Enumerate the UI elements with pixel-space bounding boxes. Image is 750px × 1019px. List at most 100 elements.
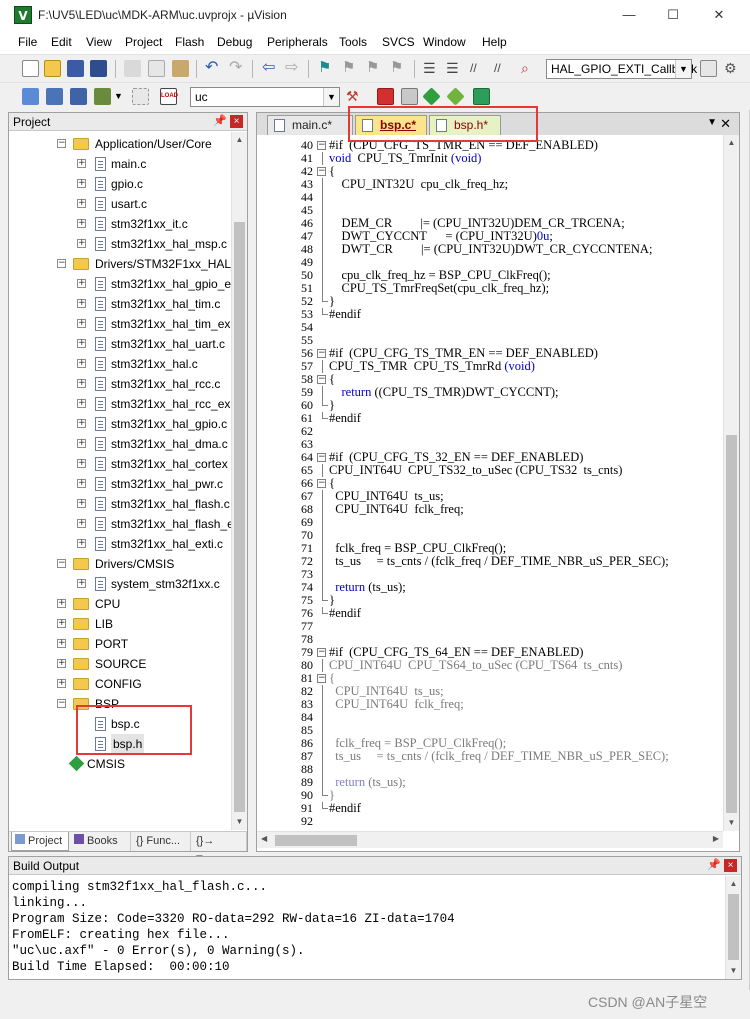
run-time-environment-icon[interactable]	[473, 88, 490, 105]
menu-flash[interactable]: Flash	[175, 35, 204, 49]
expand-icon[interactable]: +	[57, 639, 66, 648]
tree-folder-item[interactable]: + PORT	[9, 634, 231, 654]
copy-icon[interactable]	[148, 60, 165, 77]
expand-icon[interactable]: +	[77, 359, 86, 368]
tree-file-item[interactable]: + stm32f1xx_hal_rcc_ex	[9, 394, 231, 414]
manage-components-icon[interactable]	[377, 88, 394, 105]
indent-icon[interactable]: ☰	[423, 60, 440, 77]
build-output-scrollbar[interactable]: ▲ ▼	[725, 876, 741, 979]
tree-file-item[interactable]: + main.c	[9, 154, 231, 174]
scrollbar-thumb[interactable]	[275, 835, 357, 846]
undo-icon[interactable]: ↶	[205, 60, 222, 77]
find-icon[interactable]	[700, 60, 717, 77]
scrollbar-thumb[interactable]	[726, 435, 737, 813]
scroll-up-arrow-icon[interactable]: ▲	[232, 132, 247, 148]
menu-svcs[interactable]: SVCS	[382, 35, 415, 49]
tree-file-item[interactable]: + stm32f1xx_hal_rcc.c	[9, 374, 231, 394]
expand-icon[interactable]: +	[77, 239, 86, 248]
expand-icon[interactable]: +	[57, 659, 66, 668]
tree-file-item[interactable]: + stm32f1xx_hal_flash.c	[9, 494, 231, 514]
select-software-packs-icon[interactable]	[446, 87, 465, 106]
menu-debug[interactable]: Debug	[217, 35, 252, 49]
menu-view[interactable]: View	[86, 35, 112, 49]
scrollbar-thumb[interactable]	[728, 894, 739, 960]
expand-icon[interactable]: +	[77, 179, 86, 188]
expand-icon[interactable]: +	[77, 339, 86, 348]
fold-toggle-icon[interactable]: −	[317, 349, 326, 358]
tree-file-item[interactable]: + stm32f1xx_hal_uart.c	[9, 334, 231, 354]
menu-tools[interactable]: Tools	[339, 35, 367, 49]
tree-file-item[interactable]: + stm32f1xx_hal_msp.c	[9, 234, 231, 254]
build-output-log[interactable]: compiling stm32f1xx_hal_flash.c... linkin…	[12, 879, 455, 975]
tree-file-item[interactable]: + stm32f1xx_hal_gpio.c	[9, 414, 231, 434]
editor-vertical-scrollbar[interactable]: ▲ ▼	[723, 135, 739, 831]
build-icon[interactable]	[46, 88, 63, 105]
tree-folder-item[interactable]: − Application/User/Core	[9, 134, 231, 154]
function-combo[interactable]: HAL_GPIO_EXTI_Callback ▼	[546, 59, 697, 79]
save-icon[interactable]	[67, 60, 84, 77]
fold-toggle-icon[interactable]: −	[317, 453, 326, 462]
navigate-back-icon[interactable]: ⇦	[262, 60, 279, 77]
expand-icon[interactable]: +	[77, 579, 86, 588]
expand-icon[interactable]: +	[77, 379, 86, 388]
fold-toggle-icon[interactable]: −	[317, 479, 326, 488]
editor-horizontal-scrollbar[interactable]: ◀ ▶	[257, 831, 723, 848]
tree-file-item[interactable]: + stm32f1xx_hal_dma.c	[9, 434, 231, 454]
find-in-files-icon[interactable]: ⌕	[521, 60, 538, 77]
expand-icon[interactable]: +	[77, 499, 86, 508]
file-extensions-icon[interactable]	[401, 88, 418, 105]
expand-icon[interactable]: +	[77, 539, 86, 548]
expand-icon[interactable]: +	[77, 399, 86, 408]
scroll-right-arrow-icon[interactable]: ▶	[713, 834, 719, 843]
clear-bookmarks-icon[interactable]: ⚑	[390, 60, 407, 77]
comment-icon[interactable]: //	[470, 60, 487, 77]
settings-icon[interactable]: ⚙	[724, 60, 741, 77]
tree-file-item[interactable]: + stm32f1xx_hal.c	[9, 354, 231, 374]
menu-project[interactable]: Project	[125, 35, 162, 49]
navigate-forward-icon[interactable]: ⇨	[285, 60, 302, 77]
close-pane-button[interactable]: ×	[724, 859, 737, 872]
tree-file-item[interactable]: + usart.c	[9, 194, 231, 214]
pin-icon[interactable]: 📌	[707, 858, 721, 871]
expand-icon[interactable]: +	[77, 299, 86, 308]
tree-folder-item[interactable]: − Drivers/STM32F1xx_HAL_	[9, 254, 231, 274]
minimize-button[interactable]: —	[614, 4, 644, 26]
expand-icon[interactable]: +	[77, 199, 86, 208]
menu-edit[interactable]: Edit	[51, 35, 72, 49]
fold-toggle-icon[interactable]: −	[317, 141, 326, 150]
close-window-button[interactable]: ✕	[704, 4, 734, 26]
menu-file[interactable]: File	[18, 35, 37, 49]
tree-file-item[interactable]: + stm32f1xx_hal_flash_e	[9, 514, 231, 534]
tree-file-item[interactable]: + stm32f1xx_hal_pwr.c	[9, 474, 231, 494]
tab-list-dropdown-icon[interactable]: ▼	[707, 117, 717, 128]
download-icon[interactable]: LOAD	[160, 88, 178, 105]
maximize-button[interactable]: ☐	[658, 4, 688, 26]
collapse-icon[interactable]: −	[57, 559, 66, 568]
uncomment-icon[interactable]: //	[494, 60, 511, 77]
expand-icon[interactable]: +	[77, 279, 86, 288]
expand-icon[interactable]: +	[77, 459, 86, 468]
prev-bookmark-icon[interactable]: ⚑	[342, 60, 359, 77]
tree-folder-item[interactable]: + LIB	[9, 614, 231, 634]
expand-icon[interactable]: +	[77, 319, 86, 328]
tree-file-item[interactable]: + system_stm32f1xx.c	[9, 574, 231, 594]
tab-functions[interactable]: {} Func...	[133, 832, 191, 851]
tree-file-item[interactable]: + stm32f1xx_hal_gpio_e	[9, 274, 231, 294]
scroll-up-arrow-icon[interactable]: ▲	[724, 135, 739, 151]
scroll-up-arrow-icon[interactable]: ▲	[726, 876, 741, 892]
scrollbar-thumb[interactable]	[234, 222, 245, 812]
bookmark-icon[interactable]: ⚑	[318, 60, 335, 77]
open-folder-icon[interactable]	[44, 60, 61, 77]
close-pane-button[interactable]: ×	[230, 115, 243, 128]
collapse-icon[interactable]: −	[57, 699, 66, 708]
expand-icon[interactable]: +	[57, 619, 66, 628]
paste-icon[interactable]	[172, 60, 189, 77]
tab-books[interactable]: Books	[71, 832, 131, 851]
next-bookmark-icon[interactable]: ⚑	[366, 60, 383, 77]
expand-icon[interactable]: +	[77, 479, 86, 488]
tab-main-c[interactable]: main.c*	[267, 115, 353, 135]
scroll-down-arrow-icon[interactable]: ▼	[726, 963, 741, 979]
rebuild-icon[interactable]	[70, 88, 87, 105]
scroll-left-arrow-icon[interactable]: ◀	[261, 834, 267, 843]
scroll-down-arrow-icon[interactable]: ▼	[232, 814, 247, 830]
